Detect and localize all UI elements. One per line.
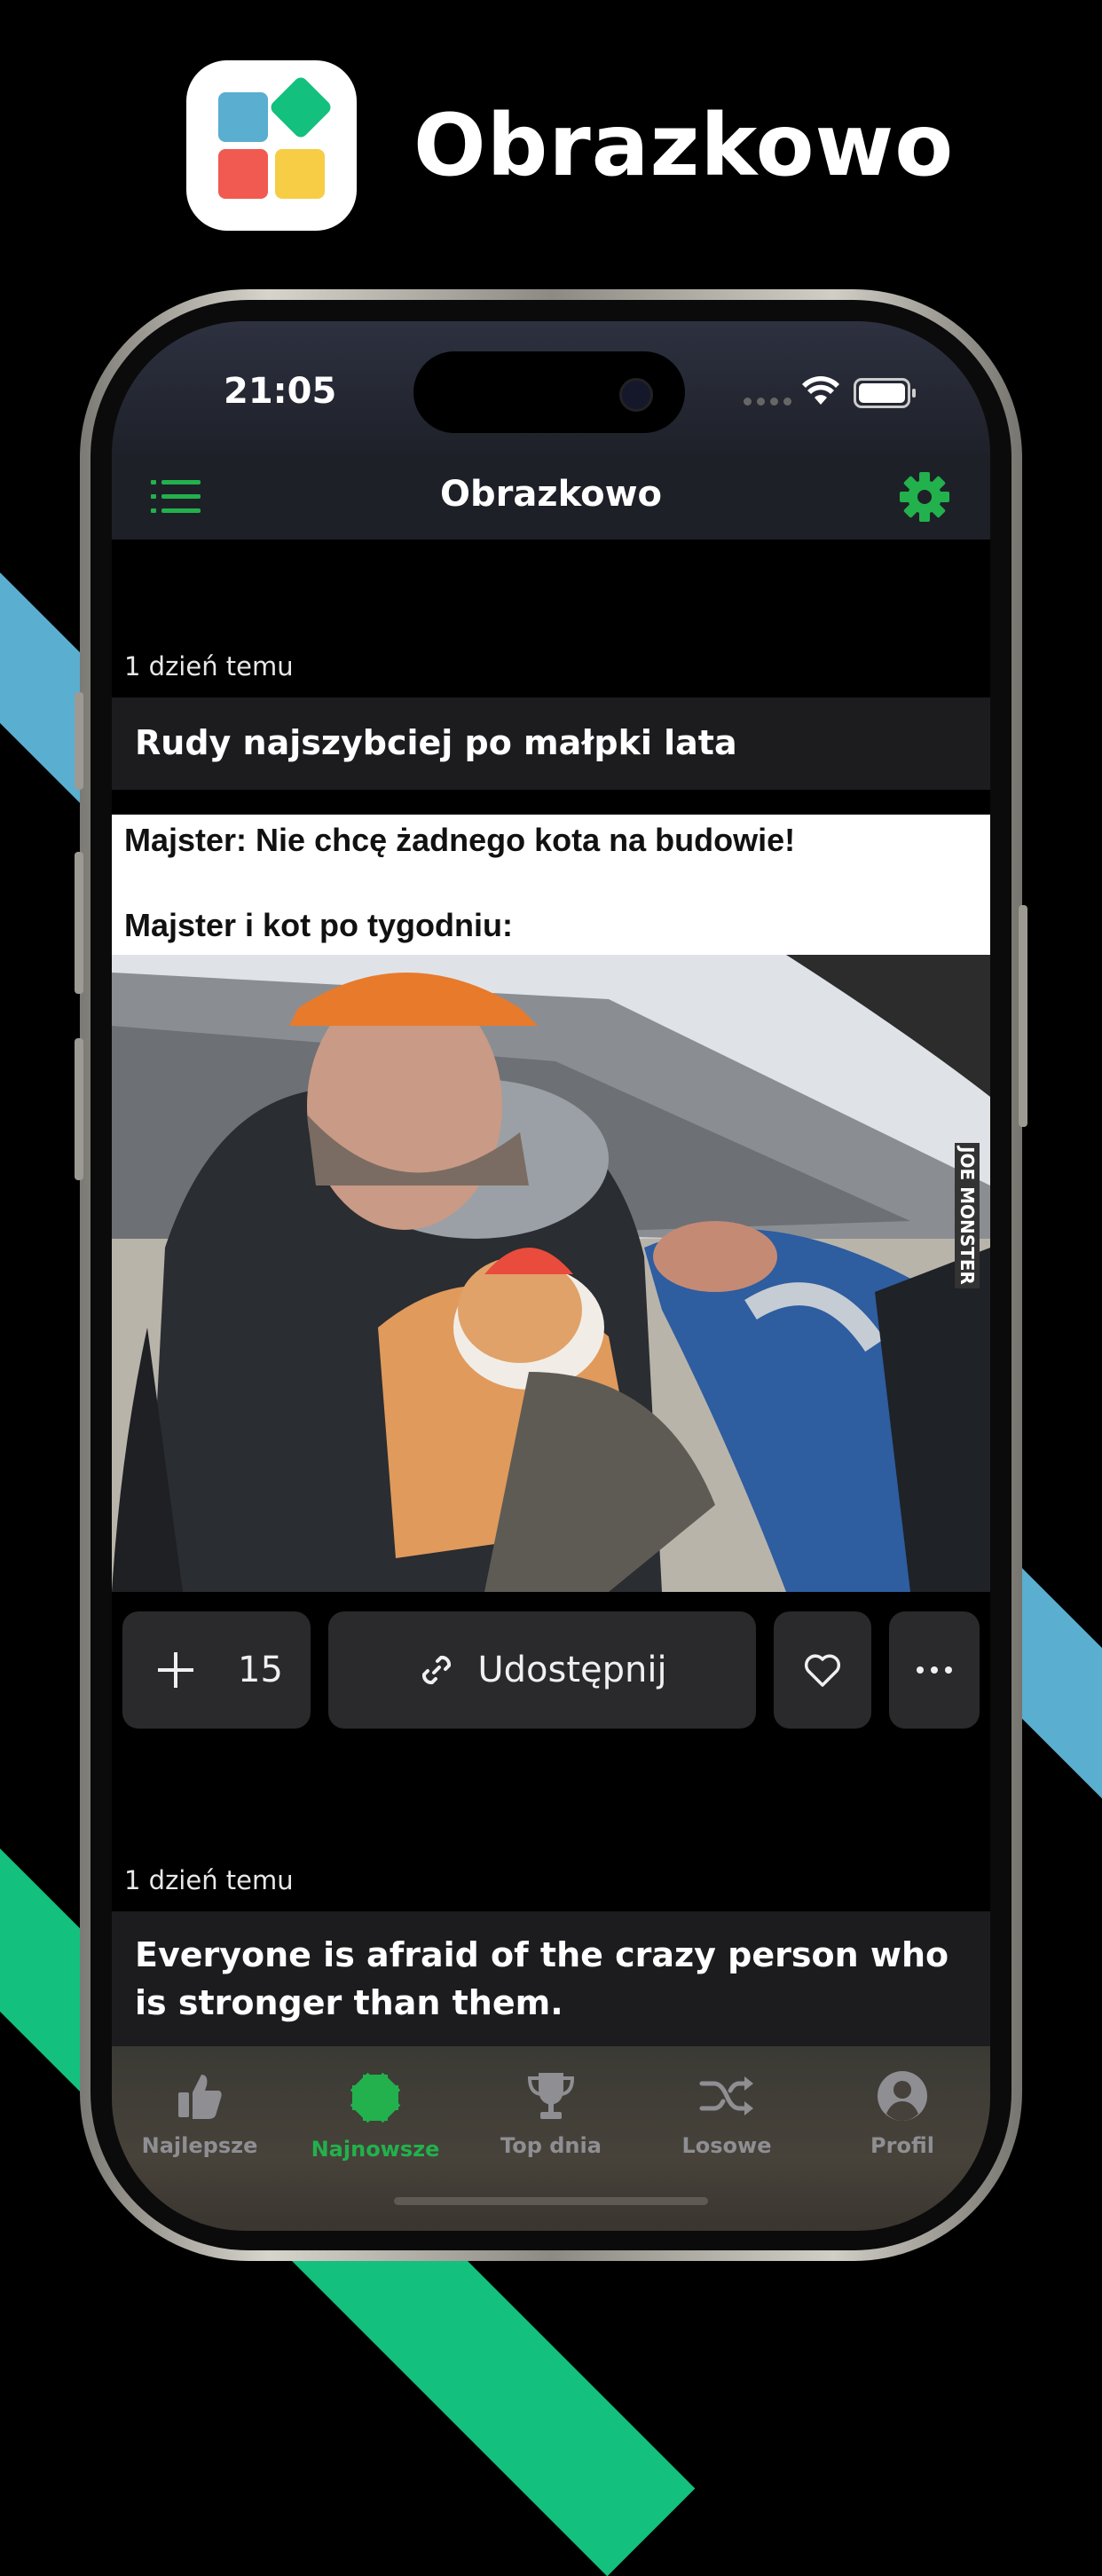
post-title[interactable]: Rudy najszybciej po małpki lata — [112, 697, 990, 790]
bottom-tab-bar: Najlepsze Najnowsze Top dnia Losowe Prof… — [112, 2046, 990, 2231]
phone-side-button — [75, 1038, 83, 1180]
trophy-icon — [527, 2073, 575, 2119]
brand-header: Obrazkowo — [186, 60, 954, 231]
phone-side-button — [75, 692, 83, 790]
tab-najlepsze[interactable]: Najlepsze — [112, 2069, 287, 2158]
phone-side-button — [75, 852, 83, 994]
tab-label: Profil — [870, 2133, 934, 2158]
post-image[interactable]: Majster: Nie chcę żadnego kota na budowi… — [112, 815, 990, 1592]
upvote-button[interactable]: 15 — [122, 1611, 311, 1729]
dynamic-island — [413, 351, 685, 433]
meme-photo — [112, 955, 990, 1592]
more-options-button[interactable] — [889, 1611, 980, 1729]
post-timestamp: 1 dzień temu — [124, 1865, 294, 1895]
signal-dots-icon — [744, 398, 791, 406]
tab-profil[interactable]: Profil — [815, 2069, 990, 2158]
tab-label: Top dnia — [500, 2133, 602, 2158]
tab-label: Najlepsze — [141, 2133, 258, 2158]
phone-screen: 21:05 Obrazkowo 1 dzień temu Rudy najszy… — [112, 321, 990, 2231]
share-button[interactable]: Udostępnij — [328, 1611, 756, 1729]
post-actions: 15 Udostępnij — [122, 1611, 980, 1729]
status-time: 21:05 — [224, 371, 337, 412]
brand-name: Obrazkowo — [413, 96, 955, 195]
upvote-count: 15 — [238, 1650, 283, 1690]
ellipsis-icon — [917, 1666, 952, 1674]
battery-icon — [854, 378, 916, 408]
top-nav-bar: Obrazkowo — [112, 454, 990, 540]
tab-label: Losowe — [681, 2133, 772, 2158]
meme-caption: Majster: Nie chcę żadnego kota na budowi… — [124, 822, 796, 858]
tab-losowe[interactable]: Losowe — [639, 2069, 815, 2158]
favorite-button[interactable] — [774, 1611, 871, 1729]
image-watermark: JOE MONSTER — [955, 1143, 980, 1288]
post-title[interactable]: Everyone is afraid of the crazy person w… — [112, 1911, 990, 2053]
share-label: Udostępnij — [477, 1650, 667, 1690]
status-bar: 21:05 — [112, 321, 990, 454]
tab-najnowsze[interactable]: Najnowsze — [287, 2069, 463, 2162]
home-indicator — [394, 2197, 708, 2205]
page-title: Obrazkowo — [439, 474, 663, 515]
heart-icon — [804, 1654, 841, 1687]
link-icon — [422, 1655, 452, 1685]
plus-icon — [158, 1652, 193, 1688]
gear-icon[interactable] — [900, 472, 949, 522]
meme-caption: Majster i kot po tygodniu: — [124, 907, 513, 943]
app-logo-icon — [186, 60, 357, 231]
badge-icon — [350, 2072, 401, 2123]
tab-label: Najnowsze — [311, 2137, 440, 2162]
wifi-icon — [802, 376, 839, 405]
profile-icon — [878, 2071, 927, 2121]
post-timestamp: 1 dzień temu — [124, 651, 294, 681]
tab-top-dnia[interactable]: Top dnia — [463, 2069, 639, 2158]
thumbs-up-icon — [178, 2075, 222, 2119]
shuffle-icon — [699, 2076, 753, 2115]
phone-side-button — [1019, 905, 1027, 1127]
